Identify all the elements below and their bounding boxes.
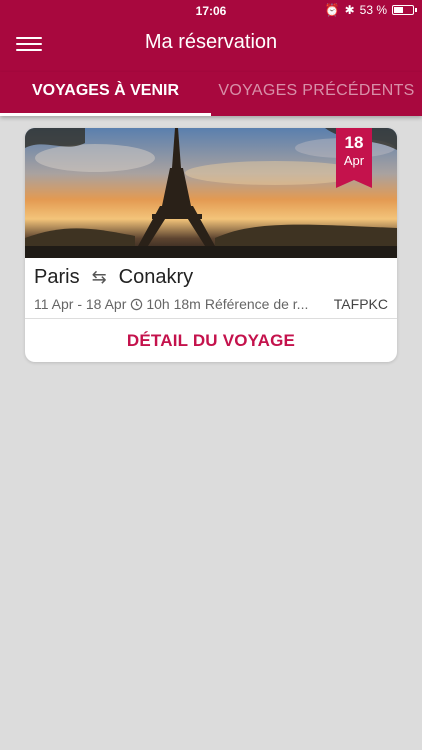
destination-city: Conakry (118, 266, 194, 288)
swap-arrows-icon: ⇆ (91, 267, 107, 287)
tab-bar: VOYAGES À VENIR VOYAGES PRÉCÉDENTS (0, 72, 422, 116)
alarm-icon: ⏰ (324, 3, 340, 17)
tab-previous-trips[interactable]: VOYAGES PRÉCÉDENTS (211, 72, 422, 116)
reference-code: TAFPKC (333, 296, 388, 312)
badge-month: Apr (343, 153, 365, 168)
status-icons: ⏰ ✱ 53 % (324, 3, 417, 17)
clock-icon (131, 298, 143, 310)
trip-duration: 10h 18m (146, 296, 201, 312)
app-bar: Ma réservation (0, 22, 422, 72)
eiffel-tower-photo: 18 Apr (25, 128, 397, 258)
battery-percent: 53 % (359, 3, 387, 17)
trip-route: Paris ⇆ Conakry (34, 266, 193, 289)
battery-icon (392, 5, 417, 15)
trip-dates: 11 Apr - 18 Apr (34, 296, 127, 312)
trip-card[interactable]: 18 Apr Paris ⇆ Conakry 11 Apr - 18 Apr 1… (25, 128, 397, 362)
reference-label: Référence de r... (204, 296, 309, 312)
trip-detail-button[interactable]: DÉTAIL DU VOYAGE (25, 319, 397, 362)
status-bar: 17:06 ⏰ ✱ 53 % (0, 0, 422, 22)
tab-upcoming-trips[interactable]: VOYAGES À VENIR (0, 72, 211, 116)
bluetooth-icon: ✱ (344, 3, 355, 17)
origin-city: Paris (34, 266, 80, 288)
date-badge: 18 Apr (336, 128, 372, 188)
badge-day: 18 (344, 133, 364, 152)
trip-details: 11 Apr - 18 Apr 10h 18m Référence de r..… (34, 296, 388, 312)
page-title: Ma réservation (144, 31, 278, 53)
